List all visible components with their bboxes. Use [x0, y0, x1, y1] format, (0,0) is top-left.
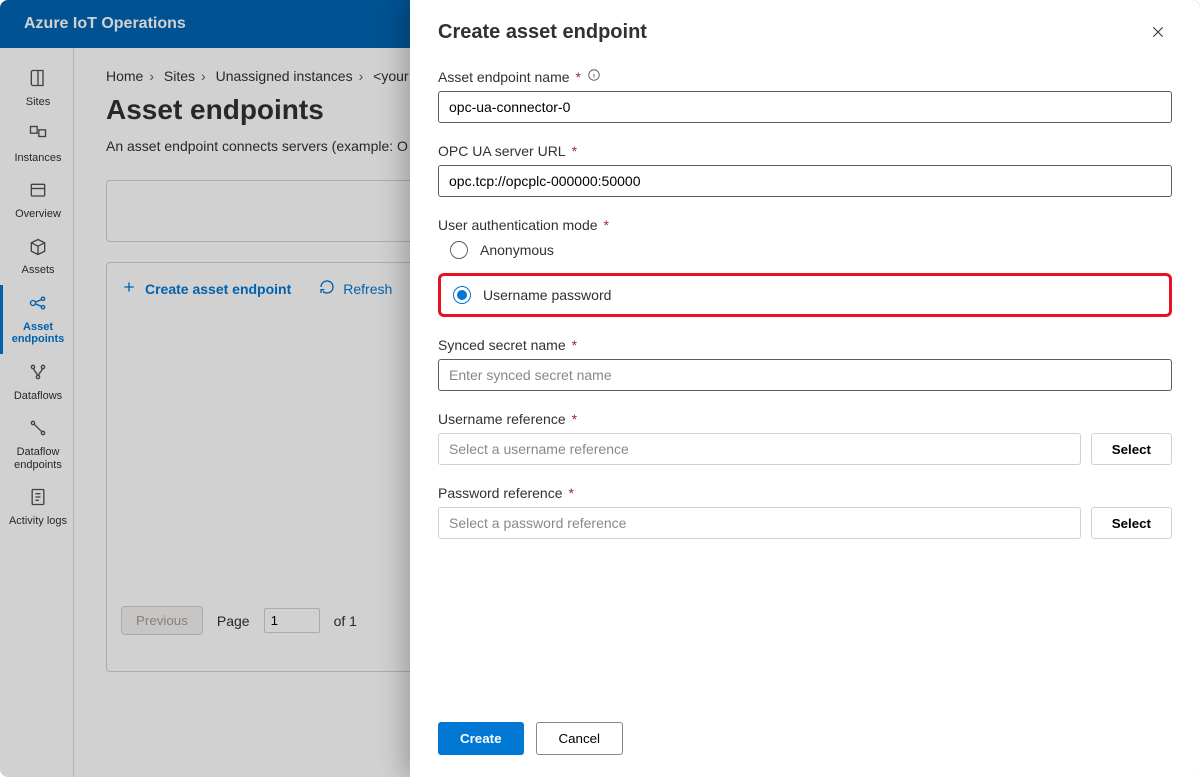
radio-label: Username password	[483, 287, 611, 303]
auth-mode-label: User authentication mode	[438, 217, 598, 233]
close-icon[interactable]	[1144, 18, 1172, 46]
radio-label: Anonymous	[480, 242, 554, 258]
auth-anonymous-radio[interactable]: Anonymous	[438, 239, 1172, 261]
auth-username-password-radio[interactable]: Username password	[451, 284, 611, 306]
endpoint-name-input[interactable]	[438, 91, 1172, 123]
username-ref-label: Username reference	[438, 411, 566, 427]
highlight-box: Username password	[438, 273, 1172, 317]
radio-icon	[453, 286, 471, 304]
create-endpoint-panel: Create asset endpoint Asset endpoint nam…	[410, 0, 1200, 777]
cancel-button[interactable]: Cancel	[536, 722, 624, 755]
password-ref-label: Password reference	[438, 485, 563, 501]
password-ref-select-button[interactable]: Select	[1091, 507, 1172, 539]
username-ref-select-button[interactable]: Select	[1091, 433, 1172, 465]
create-button[interactable]: Create	[438, 722, 524, 755]
required-marker: *	[576, 69, 581, 85]
required-marker: *	[572, 143, 577, 159]
server-url-label: OPC UA server URL	[438, 143, 566, 159]
radio-icon	[450, 241, 468, 259]
required-marker: *	[572, 411, 577, 427]
panel-title: Create asset endpoint	[438, 21, 647, 44]
server-url-input[interactable]	[438, 165, 1172, 197]
password-ref-input[interactable]	[438, 507, 1081, 539]
secret-name-input[interactable]	[438, 359, 1172, 391]
required-marker: *	[572, 337, 577, 353]
required-marker: *	[604, 217, 609, 233]
info-icon[interactable]	[587, 68, 601, 85]
secret-name-label: Synced secret name	[438, 337, 566, 353]
required-marker: *	[569, 485, 574, 501]
endpoint-name-label: Asset endpoint name	[438, 69, 570, 85]
username-ref-input[interactable]	[438, 433, 1081, 465]
